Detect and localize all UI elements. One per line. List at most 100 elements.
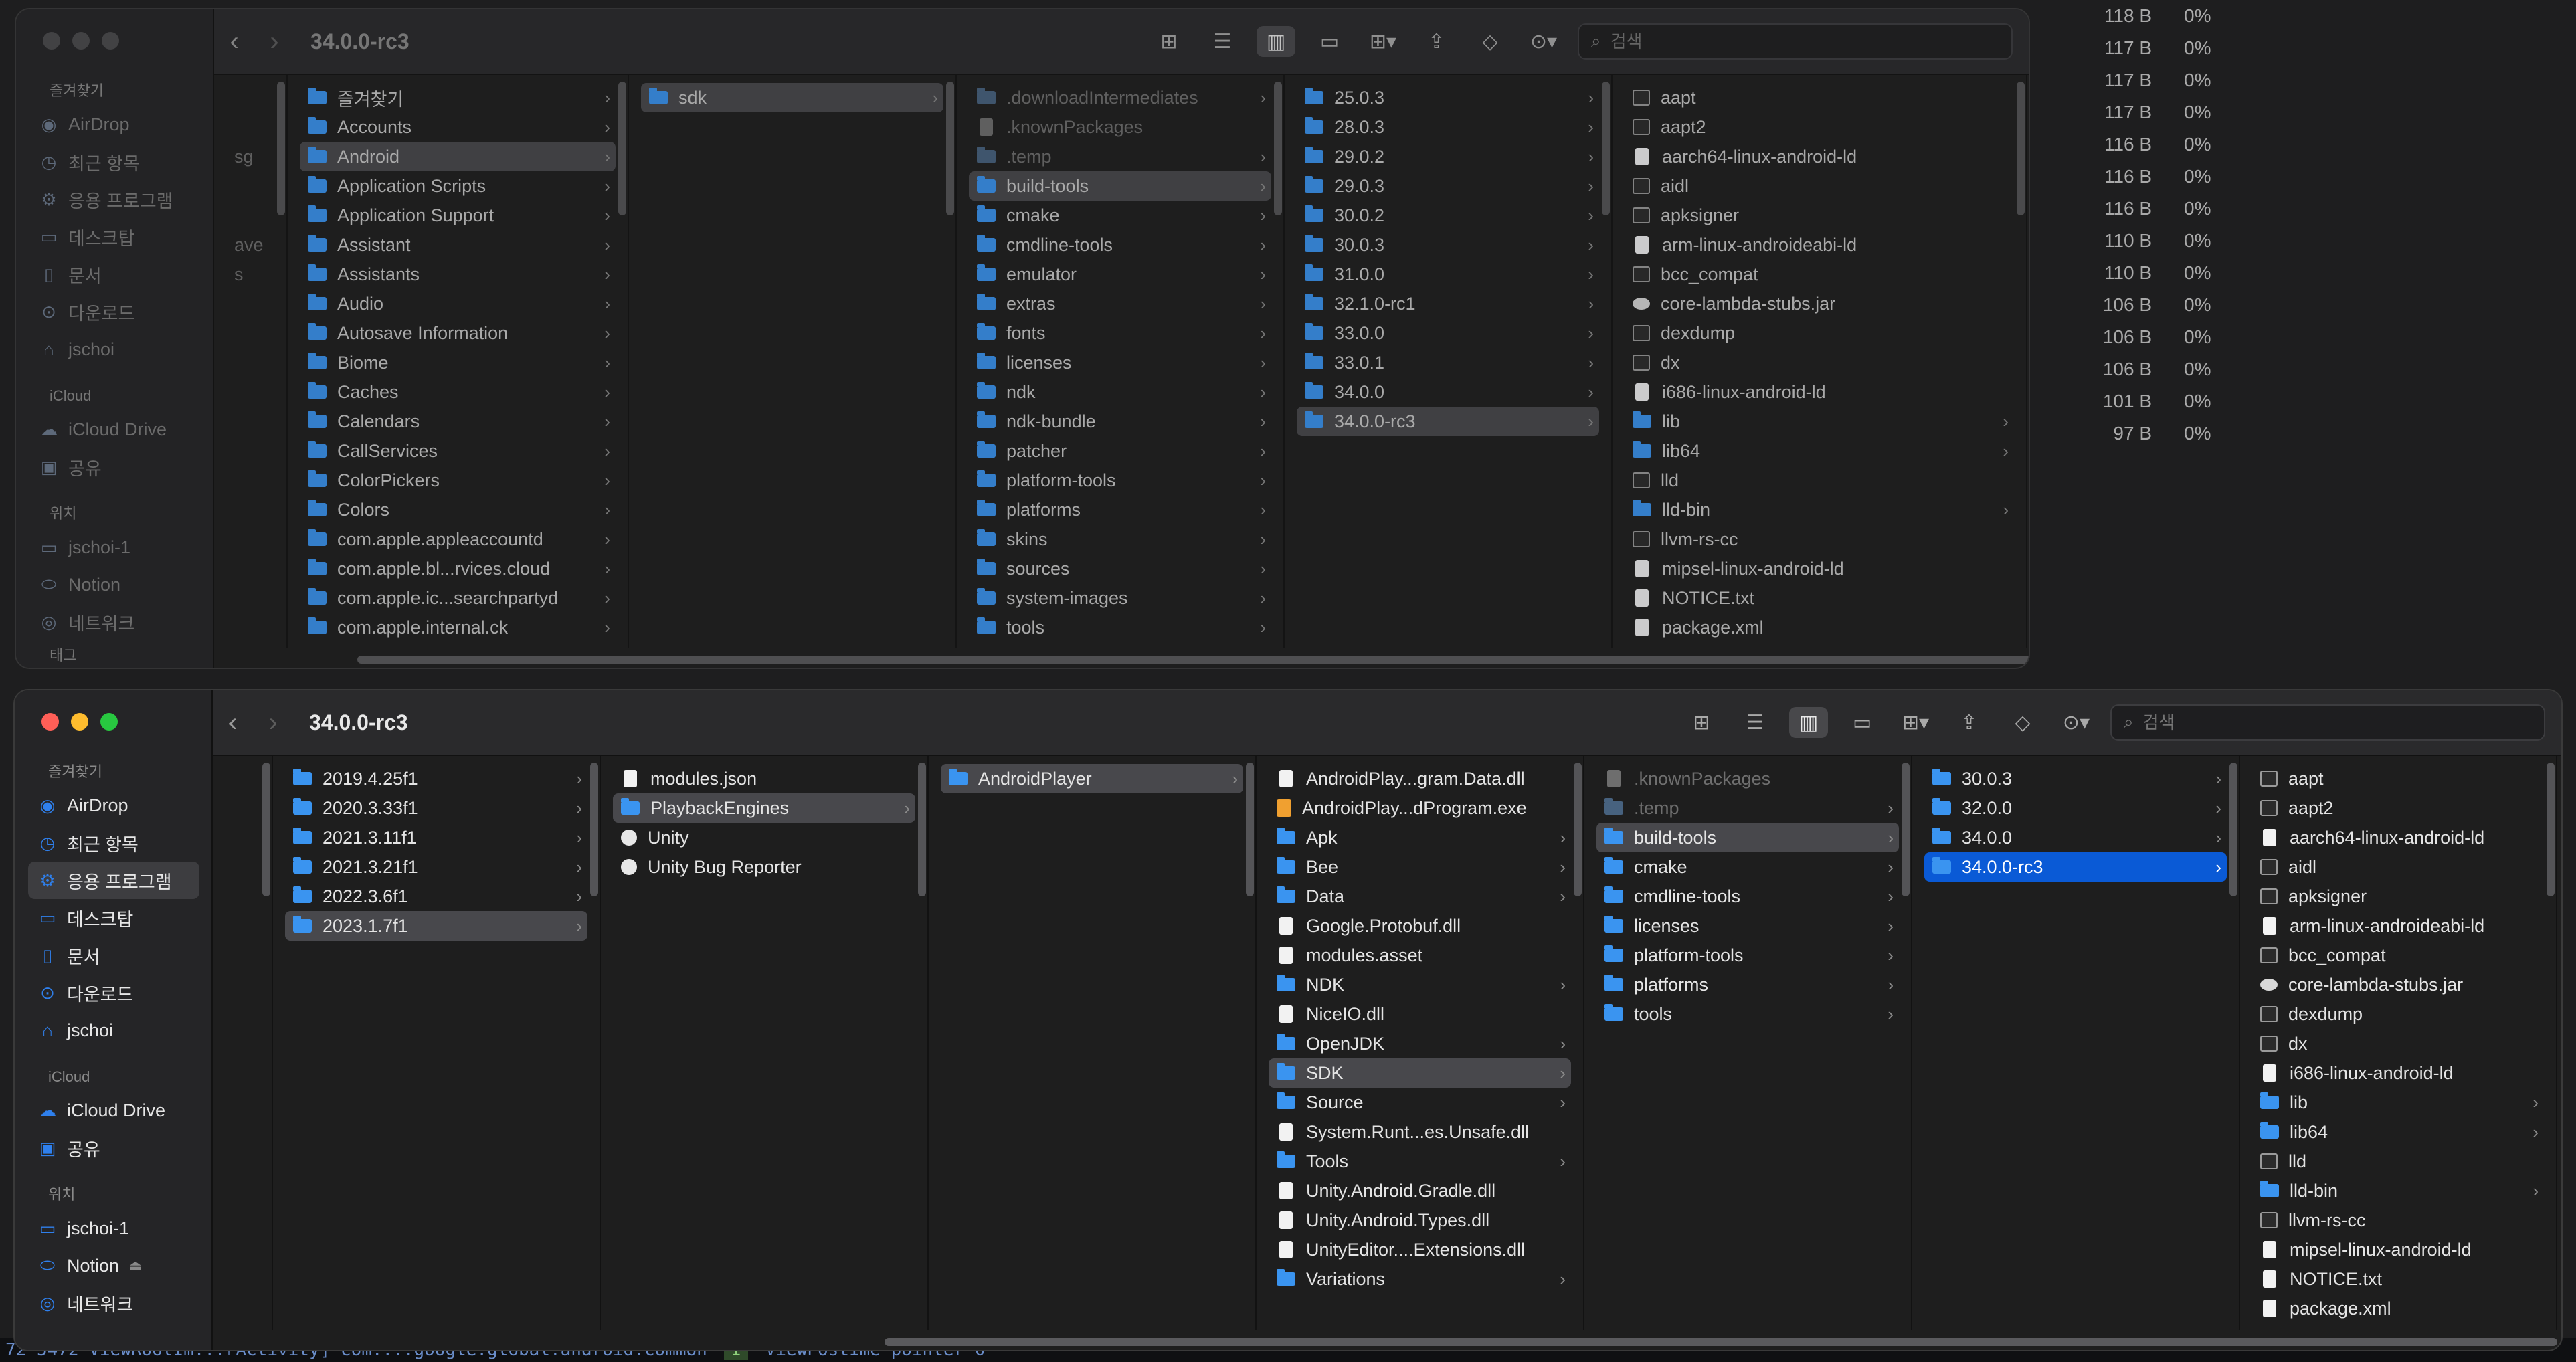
list-item[interactable]: Assistant ›	[300, 230, 616, 260]
list-item[interactable]: aarch64-linux-android-ld	[2252, 823, 2544, 852]
more-icon[interactable]: ⊙▾	[1524, 26, 1563, 57]
browser-column[interactable]: .knownPackages .temp › build-tools › cmake › cm…	[1584, 756, 1912, 1330]
window-controls[interactable]	[43, 32, 119, 50]
column-scrollbar[interactable]	[946, 82, 954, 215]
list-view-icon[interactable]: ☰	[1736, 707, 1774, 738]
minimize-button[interactable]	[72, 32, 90, 50]
list-item[interactable]	[226, 83, 274, 112]
list-item[interactable]: 28.0.3 ›	[1297, 112, 1599, 142]
sidebar-item[interactable]: ▭ 데스크탑	[28, 899, 199, 937]
list-item[interactable]: 34.0.0 ›	[1924, 823, 2227, 852]
list-item[interactable]: Biome ›	[300, 348, 616, 377]
sidebar-item[interactable]: ◷ 최근 항목	[29, 143, 201, 181]
list-item[interactable]: lib ›	[1625, 407, 2014, 436]
list-item[interactable]: build-tools ›	[969, 171, 1271, 201]
list-item[interactable]: platforms ›	[1596, 970, 1899, 999]
icon-view-icon[interactable]: ⊞	[1682, 707, 1721, 738]
column-scrollbar[interactable]	[2229, 763, 2237, 896]
list-item[interactable]: NDK ›	[1269, 970, 1571, 999]
list-item[interactable]: 2021.3.21f1 ›	[285, 852, 587, 882]
list-item[interactable]: cmake ›	[969, 201, 1271, 230]
list-item[interactable]: .temp ›	[1596, 793, 1899, 823]
list-item[interactable]: 2021.3.11f1 ›	[285, 823, 587, 852]
list-item[interactable]: Unity.Android.Gradle.dll	[1269, 1176, 1571, 1205]
list-item[interactable]: AndroidPlay...dProgram.exe	[1269, 793, 1571, 823]
list-item[interactable]: NOTICE.txt	[1625, 583, 2014, 613]
browser-column[interactable]: sdk ›	[629, 75, 957, 648]
list-item[interactable]: 32.0.0 ›	[1924, 793, 2227, 823]
list-item[interactable]: 2022.3.6f1 ›	[285, 882, 587, 911]
list-item[interactable]: Application Scripts ›	[300, 171, 616, 201]
browser-column[interactable]: 즐겨찾기 › Accounts › Android › Application Script…	[288, 75, 629, 648]
sidebar-item[interactable]: ▭ jschoi-1	[28, 1209, 199, 1247]
list-item[interactable]: 즐겨찾기 ›	[300, 83, 616, 112]
tag-icon[interactable]: ◇	[2003, 707, 2042, 738]
browser-column[interactable]	[213, 756, 273, 1330]
list-item[interactable]: 33.0.1 ›	[1297, 348, 1599, 377]
list-item[interactable]: arm-linux-androideabi-ld	[2252, 911, 2544, 941]
sidebar-item[interactable]: ⌂ jschoi	[28, 1011, 199, 1049]
finder-window-front[interactable]: 즐겨찾기 ◉ AirDrop ◷ 최근 항목 ⚙ 응용 프로그램 ▭ 데스크탑 ▯ 문서 ⊙ 다운로드 ⌂…	[13, 689, 2563, 1351]
browser-column[interactable]: 25.0.3 › 28.0.3 › 29.0.2 › 29.0.3 › 30.0.2 › 30.0.…	[1285, 75, 1613, 648]
forward-button[interactable]: ›	[254, 27, 294, 57]
sidebar-item[interactable]: ⊙ 다운로드	[29, 293, 201, 330]
close-button[interactable]	[41, 713, 59, 731]
list-item[interactable]: package.xml	[1625, 613, 2014, 642]
list-item[interactable]: lib64 ›	[1625, 436, 2014, 466]
sidebar-item[interactable]: ▭ 데스크탑	[29, 218, 201, 256]
browser-column[interactable]: .downloadIntermediates › .knownPackages .te…	[957, 75, 1285, 648]
column-scrollbar[interactable]	[1246, 763, 1254, 896]
list-item[interactable]: 30.0.2 ›	[1297, 201, 1599, 230]
column-view-icon[interactable]: ▥	[1257, 26, 1295, 57]
share-icon[interactable]: ⇪	[1417, 26, 1456, 57]
browser-column[interactable]: aapt aapt2 aarch64-linux-android-ld aidl apk…	[1613, 75, 2027, 648]
list-view-icon[interactable]: ☰	[1203, 26, 1242, 57]
group-icon[interactable]: ⊞▾	[1896, 707, 1935, 738]
list-item[interactable]: aidl	[1625, 171, 2014, 201]
list-item[interactable]: NiceIO.dll	[1269, 999, 1571, 1029]
list-item[interactable]: system-images ›	[969, 583, 1271, 613]
list-item[interactable]: cmake ›	[1596, 852, 1899, 882]
search-input[interactable]	[1610, 31, 1985, 52]
list-item[interactable]: dexdump	[2252, 999, 2544, 1029]
list-item[interactable]: Tools ›	[1269, 1147, 1571, 1176]
list-item[interactable]: aarch64-linux-android-ld	[1625, 142, 2014, 171]
list-item[interactable]: PlaybackEngines ›	[613, 793, 915, 823]
back-button[interactable]: ‹	[214, 27, 254, 57]
list-item[interactable]: modules.asset	[1269, 941, 1571, 970]
list-item[interactable]: extras ›	[969, 289, 1271, 318]
list-item[interactable]: fonts ›	[969, 318, 1271, 348]
sidebar-item[interactable]: ◎ 네트워크	[28, 1284, 199, 1322]
sidebar-item[interactable]: ▣ 공유	[28, 1129, 199, 1167]
list-item[interactable]: licenses ›	[1596, 911, 1899, 941]
search-input[interactable]	[2142, 712, 2518, 733]
sidebar-item[interactable]: ◉ AirDrop	[29, 106, 201, 143]
list-item[interactable]: com.apple.appleaccountd ›	[300, 524, 616, 554]
minimize-button[interactable]	[71, 713, 88, 731]
list-item[interactable]: OpenJDK ›	[1269, 1029, 1571, 1058]
list-item[interactable]: bcc_compat	[1625, 260, 2014, 289]
share-icon[interactable]: ⇪	[1950, 707, 1989, 738]
column-scrollbar[interactable]	[262, 763, 270, 896]
list-item[interactable]: patcher ›	[969, 436, 1271, 466]
list-item[interactable]: aapt	[1625, 83, 2014, 112]
list-item[interactable]: arm-linux-androideabi-ld	[1625, 230, 2014, 260]
sidebar-item[interactable]: ▭ jschoi-1	[29, 528, 201, 566]
list-item[interactable]: package.xml	[2252, 1294, 2544, 1323]
list-item[interactable]: tools ›	[1596, 999, 1899, 1029]
list-item[interactable]: SDK ›	[1269, 1058, 1571, 1088]
list-item[interactable]: 29.0.3 ›	[1297, 171, 1599, 201]
list-item[interactable]: NOTICE.txt	[2252, 1264, 2544, 1294]
sidebar-item[interactable]: ◎ 네트워크	[29, 603, 201, 641]
list-item[interactable]: modules.json	[613, 764, 915, 793]
list-item[interactable]: core-lambda-stubs.jar	[1625, 289, 2014, 318]
sidebar-item[interactable]: ▯ 문서	[28, 937, 199, 974]
list-item[interactable]: bcc_compat	[2252, 941, 2544, 970]
list-item[interactable]: aapt2	[2252, 793, 2544, 823]
zoom-button[interactable]	[100, 713, 118, 731]
list-item[interactable]: build-tools ›	[1596, 823, 1899, 852]
list-item[interactable]: Android ›	[300, 142, 616, 171]
list-item[interactable]: tools ›	[969, 613, 1271, 642]
sidebar-item[interactable]: ▯ 문서	[29, 256, 201, 293]
sidebar-item[interactable]: ⬭ Notion ⏏	[28, 1247, 199, 1284]
